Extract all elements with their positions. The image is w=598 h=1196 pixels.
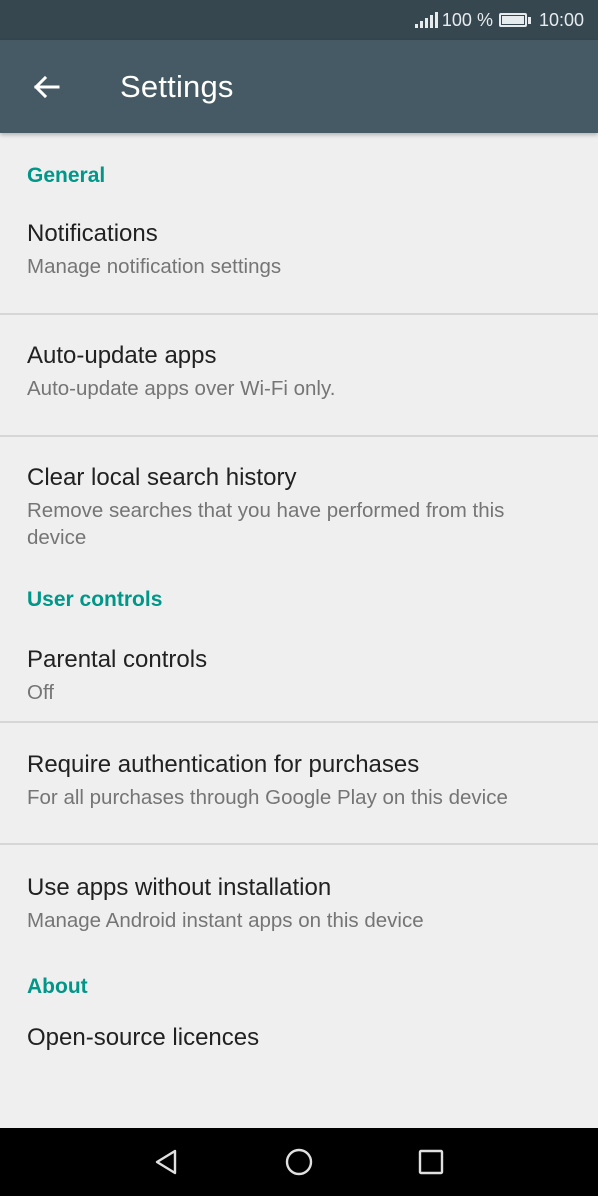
nav-back-icon xyxy=(155,1149,177,1175)
nav-home-icon xyxy=(285,1148,313,1176)
app-bar: Settings xyxy=(0,40,598,133)
setting-subtitle: device xyxy=(27,526,87,549)
setting-title: Notifications xyxy=(27,220,158,247)
page-title: Settings xyxy=(120,68,234,104)
setting-title: Parental controls xyxy=(27,646,208,673)
nav-recents-button[interactable] xyxy=(391,1128,471,1196)
section-header-general: General xyxy=(27,164,106,187)
setting-subtitle: Manage Android instant apps on this devi… xyxy=(27,909,424,932)
nav-home-button[interactable] xyxy=(259,1128,339,1196)
setting-title: Require authentication for purchases xyxy=(27,751,420,778)
setting-title: Auto-update apps xyxy=(27,342,217,369)
navigation-bar xyxy=(0,1128,598,1196)
nav-recents-icon xyxy=(418,1149,444,1175)
battery-percent: 100 % xyxy=(441,9,493,30)
setting-auto-update-apps[interactable]: Auto-update apps Auto-update apps over W… xyxy=(0,315,598,435)
section-header-user-controls: User controls xyxy=(27,588,163,611)
nav-back-button[interactable] xyxy=(126,1128,206,1196)
setting-clear-search-history[interactable]: Clear local search history Remove search… xyxy=(0,437,598,588)
setting-parental-controls[interactable]: Parental controls Off xyxy=(0,635,598,721)
setting-subtitle: Off xyxy=(27,681,54,704)
signal-icon xyxy=(414,12,438,28)
setting-require-authentication[interactable]: Require authentication for purchases For… xyxy=(0,723,598,843)
clock: 10:00 xyxy=(538,9,584,30)
section-header-about: About xyxy=(27,975,88,998)
status-bar: 100 % 10:00 xyxy=(0,0,598,40)
setting-title: Open-source licences xyxy=(27,1024,260,1051)
setting-open-source-licences[interactable]: Open-source licences xyxy=(0,1021,598,1081)
setting-title: Use apps without installation xyxy=(27,874,332,901)
settings-list: General Notifications Manage notificatio… xyxy=(0,133,598,1128)
setting-subtitle: For all purchases through Google Play on… xyxy=(27,786,508,809)
setting-title: Clear local search history xyxy=(27,464,297,491)
setting-notifications[interactable]: Notifications Manage notification settin… xyxy=(0,219,598,313)
setting-subtitle: Auto-update apps over Wi-Fi only. xyxy=(27,377,336,400)
battery-icon xyxy=(498,13,531,27)
back-button[interactable] xyxy=(0,40,94,133)
setting-use-apps-without-installation[interactable]: Use apps without installation Manage And… xyxy=(0,845,598,975)
arrow-back-icon xyxy=(33,75,60,98)
setting-subtitle: Manage notification settings xyxy=(27,255,282,278)
setting-subtitle: Remove searches that you have performed … xyxy=(27,499,505,522)
